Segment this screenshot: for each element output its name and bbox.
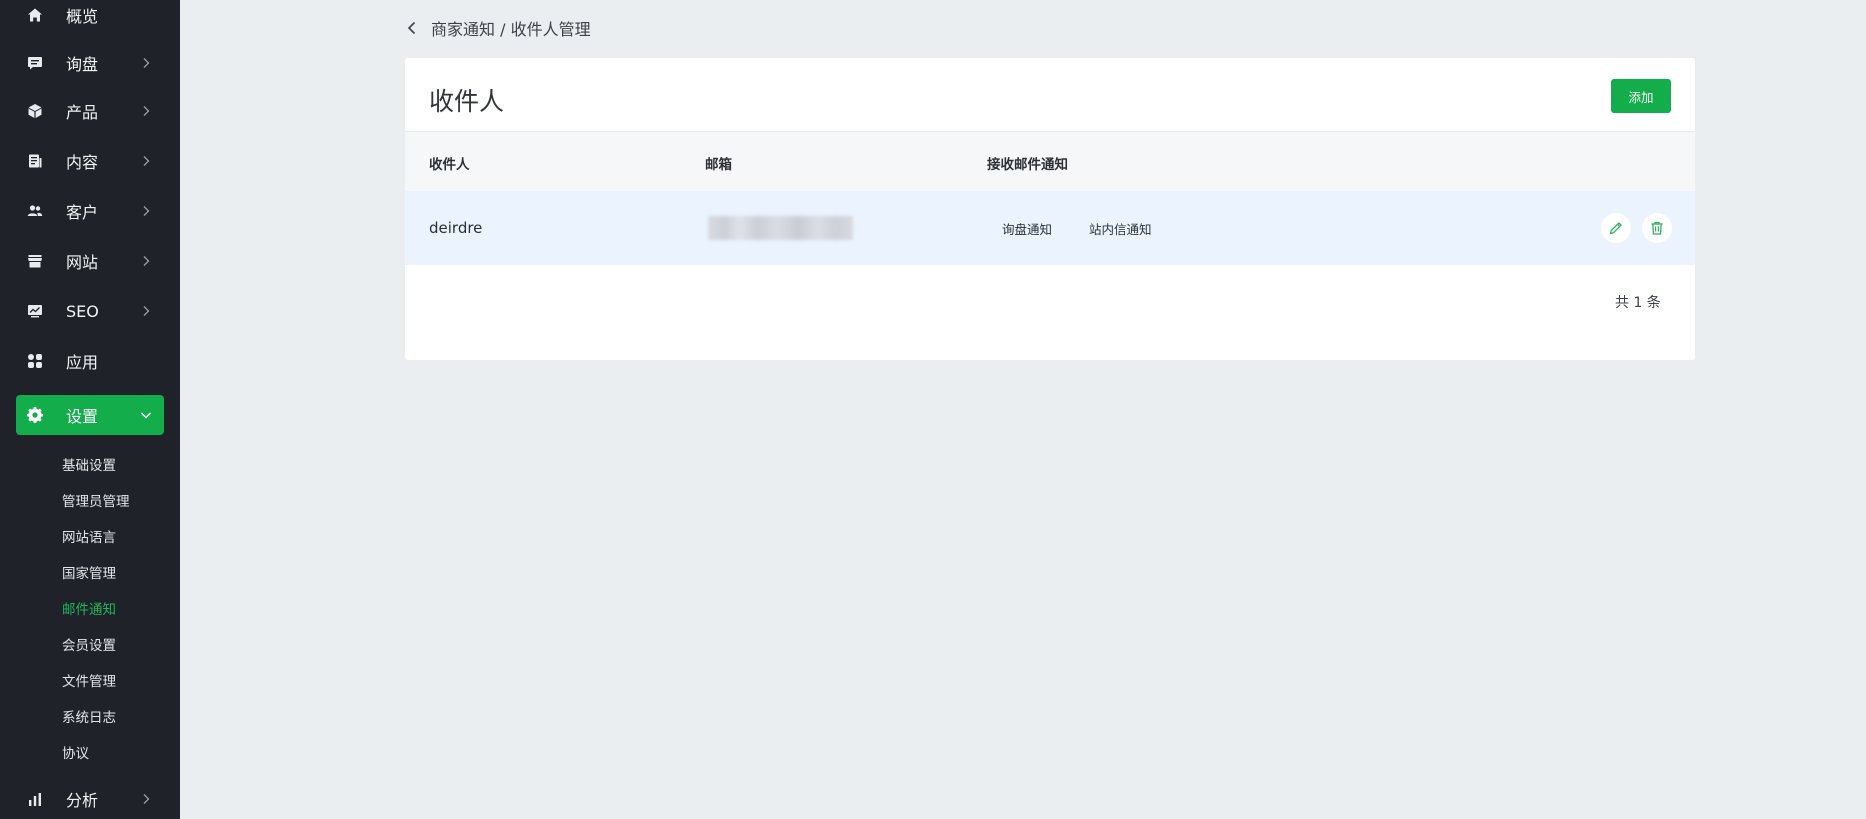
- recipients-card: 收件人 添加 收件人 邮箱 接收邮件通知 deirdre 询盘通知 站内信通知 …: [405, 58, 1695, 360]
- gear-icon: [27, 407, 43, 423]
- cube-icon: [27, 103, 43, 119]
- submenu-admin-management[interactable]: 管理员管理: [62, 490, 130, 510]
- sidebar-item-apps[interactable]: 应用: [16, 341, 164, 381]
- table-header: 收件人 邮箱 接收邮件通知: [405, 131, 1695, 191]
- sidebar-item-label: 分析: [66, 791, 99, 810]
- chevron-right-icon: [143, 58, 150, 68]
- message-icon: [27, 55, 43, 71]
- trash-icon: [1651, 221, 1663, 235]
- sidebar-item-label: 询盘: [66, 55, 99, 74]
- sidebar-item-inquiry[interactable]: 询盘: [16, 43, 164, 83]
- sidebar-item-label: 设置: [66, 407, 99, 426]
- apps-icon: [27, 353, 43, 369]
- submenu-system-log[interactable]: 系统日志: [62, 706, 116, 726]
- sidebar-item-label: 客户: [66, 203, 99, 222]
- chevron-right-icon: [143, 156, 150, 166]
- notification-tag: 站内信通知: [1089, 221, 1152, 237]
- sidebar-item-label: 网站: [66, 253, 99, 272]
- sidebar-item-overview[interactable]: 概览: [16, 0, 164, 35]
- store-icon: [27, 253, 43, 269]
- chevron-right-icon: [143, 256, 150, 266]
- monitor-chart-icon: [27, 303, 43, 319]
- sidebar-item-products[interactable]: 产品: [16, 91, 164, 131]
- delete-button[interactable]: [1642, 213, 1672, 243]
- chevron-right-icon: [143, 306, 150, 316]
- bar-chart-icon: [27, 791, 43, 807]
- chevron-right-icon: [143, 106, 150, 116]
- chevron-right-icon: [143, 206, 150, 216]
- submenu-site-language[interactable]: 网站语言: [62, 526, 116, 546]
- edit-button[interactable]: [1601, 213, 1631, 243]
- sidebar-item-label: 应用: [66, 353, 99, 372]
- pencil-icon: [1609, 222, 1622, 235]
- recipient-name: deirdre: [429, 219, 483, 237]
- sidebar-item-settings[interactable]: 设置: [16, 395, 164, 435]
- submenu-agreement[interactable]: 协议: [62, 742, 89, 762]
- submenu-basic-settings[interactable]: 基础设置: [62, 454, 116, 474]
- sidebar-item-content[interactable]: 内容: [16, 141, 164, 181]
- chevron-down-icon: [141, 412, 151, 419]
- column-header-recipient: 收件人: [429, 157, 470, 173]
- breadcrumb-text: 商家通知 / 收件人管理: [431, 20, 591, 39]
- add-button[interactable]: 添加: [1611, 79, 1671, 113]
- submenu-file-management[interactable]: 文件管理: [62, 670, 116, 690]
- submenu-member-settings[interactable]: 会员设置: [62, 634, 116, 654]
- sidebar-item-analytics[interactable]: 分析: [16, 779, 164, 819]
- email-redacted: [708, 216, 853, 240]
- total-count: 共 1 条: [1615, 295, 1661, 311]
- users-icon: [27, 203, 43, 219]
- sidebar-item-website[interactable]: 网站: [16, 241, 164, 281]
- sidebar-item-label: 内容: [66, 153, 99, 172]
- home-icon: [27, 7, 43, 23]
- chevron-right-icon: [143, 794, 150, 804]
- sidebar: 概览 询盘 产品 内容 客户 网站 SEO 应用 设置 基础设置 管理员管理 网…: [0, 0, 180, 819]
- submenu-country-management[interactable]: 国家管理: [62, 562, 116, 582]
- column-header-email: 邮箱: [705, 157, 732, 173]
- column-header-email-notifications: 接收邮件通知: [987, 157, 1068, 173]
- document-icon: [27, 153, 43, 169]
- sidebar-item-label: 产品: [66, 103, 99, 122]
- sidebar-item-seo[interactable]: SEO: [16, 291, 164, 331]
- page-title: 收件人: [429, 87, 505, 116]
- breadcrumb: 商家通知 / 收件人管理: [405, 17, 591, 39]
- submenu-email-notification[interactable]: 邮件通知: [62, 598, 116, 618]
- table-row: deirdre 询盘通知 站内信通知: [405, 191, 1695, 265]
- notification-tag: 询盘通知: [1002, 221, 1053, 237]
- sidebar-item-customers[interactable]: 客户: [16, 191, 164, 231]
- sidebar-item-label: SEO: [66, 301, 99, 321]
- back-arrow-icon[interactable]: [405, 20, 419, 36]
- sidebar-item-label: 概览: [66, 7, 99, 26]
